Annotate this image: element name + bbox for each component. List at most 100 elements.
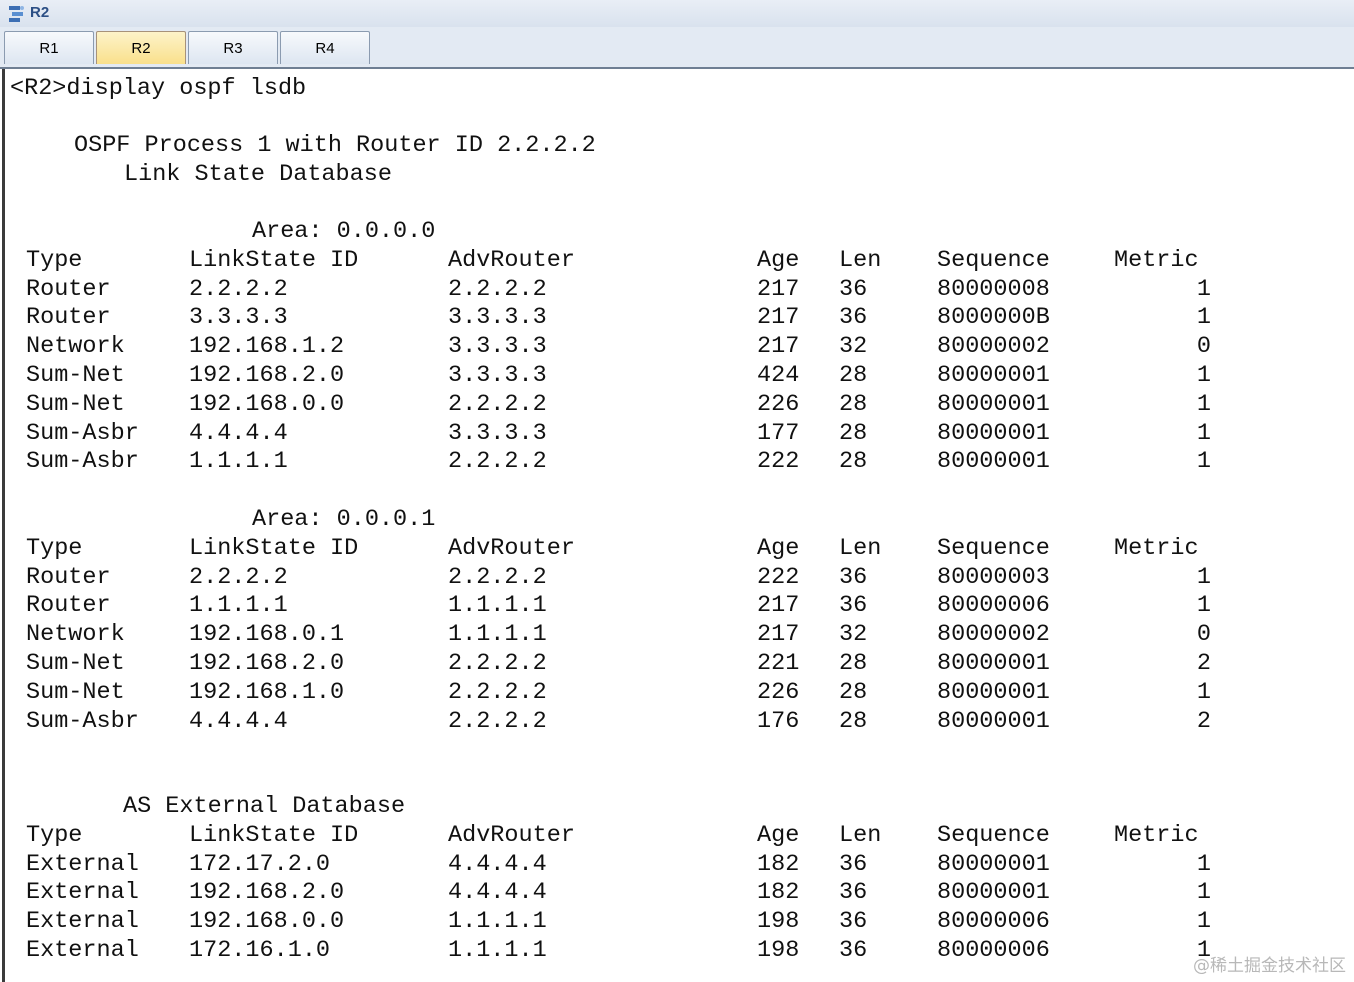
column-header: LinkState ID [189, 246, 359, 274]
cell-linkstate-id: 1.1.1.1 [189, 592, 288, 620]
cell-advrouter: 1.1.1.1 [448, 937, 547, 964]
cell-len: 28 [839, 707, 868, 735]
cell-linkstate-id: 192.168.1.2 [189, 333, 345, 361]
cell-type: Sum-Net [26, 678, 125, 706]
process-header: OSPF Process 1 with Router ID 2.2.2.2 [74, 132, 596, 159]
cell-type: External [26, 850, 139, 878]
cell-len: 36 [839, 592, 868, 620]
cell-linkstate-id: 4.4.4.4 [189, 419, 288, 447]
cell-metric: 1 [1196, 448, 1211, 476]
cell-linkstate-id: 192.168.2.0 [189, 362, 345, 389]
cell-advrouter: 2.2.2.2 [448, 707, 547, 735]
cell-type: Sum-Asbr [26, 707, 139, 735]
cell-advrouter: 3.3.3.3 [448, 304, 547, 332]
cell-len: 36 [839, 563, 868, 591]
tab-r4[interactable]: R4 [280, 31, 370, 64]
cell-age: 217 [757, 275, 800, 303]
cell-age: 217 [757, 621, 800, 649]
cell-len: 36 [839, 937, 868, 964]
cell-advrouter: 2.2.2.2 [448, 678, 547, 706]
column-header: AdvRouter [448, 821, 575, 849]
cell-age: 226 [757, 390, 800, 418]
section-title: Area: 0.0.0.1 [252, 506, 436, 533]
column-header: LinkState ID [189, 821, 359, 849]
cell-metric: 0 [1196, 333, 1211, 361]
cell-linkstate-id: 192.168.1.0 [189, 678, 345, 706]
cell-type: Router [26, 592, 111, 620]
cell-metric: 1 [1196, 563, 1211, 591]
watermark: @稀土掘金技术社区 [1193, 956, 1346, 976]
database-header: Link State Database [124, 161, 392, 188]
cell-metric: 1 [1196, 908, 1211, 936]
cell-type: Router [26, 304, 111, 332]
cell-type: Sum-Asbr [26, 448, 139, 476]
cell-advrouter: 4.4.4.4 [448, 850, 547, 878]
cell-len: 36 [839, 850, 868, 878]
cell-age: 217 [757, 304, 800, 332]
cell-advrouter: 1.1.1.1 [448, 621, 547, 649]
column-header: Metric [1114, 246, 1199, 274]
cell-len: 36 [839, 304, 868, 332]
cell-metric: 1 [1196, 362, 1211, 389]
cell-linkstate-id: 1.1.1.1 [189, 448, 288, 476]
cell-age: 424 [757, 362, 800, 389]
tab-r3[interactable]: R3 [188, 31, 278, 64]
column-header: LinkState ID [189, 534, 359, 562]
column-header: Sequence [937, 821, 1050, 849]
column-header: Metric [1114, 821, 1199, 849]
cell-age: 198 [757, 908, 800, 936]
cell-len: 28 [839, 448, 868, 476]
cell-age: 182 [757, 850, 800, 878]
cell-sequence: 80000001 [937, 448, 1050, 476]
cell-len: 28 [839, 362, 868, 389]
cell-age: 198 [757, 937, 800, 964]
cell-type: Sum-Net [26, 390, 125, 418]
cell-sequence: 80000001 [937, 678, 1050, 706]
cell-type: External [26, 937, 139, 964]
tab-r1[interactable]: R1 [4, 31, 94, 64]
cell-sequence: 80000002 [937, 333, 1050, 361]
cell-type: Sum-Net [26, 362, 125, 389]
cell-advrouter: 2.2.2.2 [448, 390, 547, 418]
cell-advrouter: 3.3.3.3 [448, 333, 547, 361]
column-header: Age [757, 246, 800, 274]
cell-sequence: 80000001 [937, 362, 1050, 389]
cell-len: 28 [839, 650, 868, 677]
cell-metric: 1 [1196, 275, 1211, 303]
cell-linkstate-id: 172.16.1.0 [189, 937, 331, 964]
column-header: AdvRouter [448, 534, 575, 562]
cell-sequence: 80000006 [937, 592, 1050, 620]
cell-advrouter: 4.4.4.4 [448, 879, 547, 907]
cell-sequence: 80000002 [937, 621, 1050, 649]
cell-age: 217 [757, 333, 800, 361]
command-line: <R2>display ospf lsdb [10, 75, 307, 102]
cell-type: Sum-Net [26, 650, 125, 677]
cell-linkstate-id: 4.4.4.4 [189, 707, 288, 735]
column-header: Type [26, 821, 83, 849]
cell-len: 36 [839, 908, 868, 936]
cell-advrouter: 3.3.3.3 [448, 419, 547, 447]
cell-age: 176 [757, 707, 800, 735]
cell-sequence: 80000006 [937, 908, 1050, 936]
cell-sequence: 80000008 [937, 275, 1050, 303]
column-header: Sequence [937, 246, 1050, 274]
cell-sequence: 80000001 [937, 419, 1050, 447]
cell-advrouter: 1.1.1.1 [448, 592, 547, 620]
section-title: AS External Database [123, 793, 406, 820]
section-title: Area: 0.0.0.0 [252, 218, 436, 245]
cell-len: 32 [839, 621, 868, 649]
cell-type: Sum-Asbr [26, 419, 139, 447]
cell-sequence: 80000001 [937, 650, 1050, 677]
cell-metric: 1 [1196, 850, 1211, 878]
cell-metric: 1 [1196, 390, 1211, 418]
cell-len: 28 [839, 390, 868, 418]
cell-len: 32 [839, 333, 868, 361]
column-header: Len [839, 246, 882, 274]
cell-metric: 0 [1196, 621, 1211, 649]
column-header: Age [757, 821, 800, 849]
cell-linkstate-id: 2.2.2.2 [189, 563, 288, 591]
cell-age: 226 [757, 678, 800, 706]
console-output[interactable]: <R2>display ospf lsdb OSPF Process 1 wit… [2, 69, 1354, 982]
cell-type: Network [26, 333, 125, 361]
tab-r2[interactable]: R2 [96, 31, 186, 64]
